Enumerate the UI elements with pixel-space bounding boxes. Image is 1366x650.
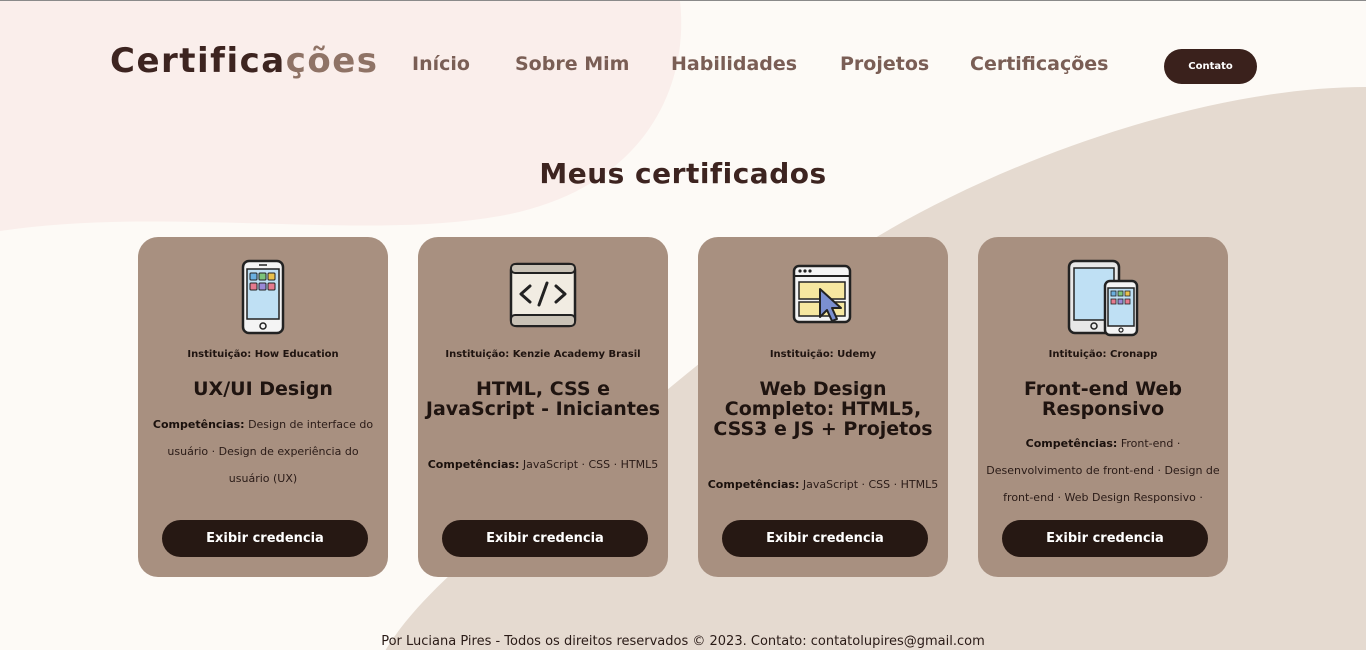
footer-text: Por Luciana Pires - Todos os direitos re… — [381, 634, 985, 649]
card-institution: Intituição: Cronapp — [1048, 349, 1158, 360]
card-skills: Competências: Front-end · Desenvolviment… — [986, 430, 1220, 511]
card-skills: Competências: JavaScript · CSS · HTML5 — [706, 471, 940, 498]
card-title: HTML, CSS e JavaScript - Iniciantes — [425, 378, 661, 420]
view-credential-button[interactable]: Exibir credencia — [442, 520, 648, 557]
card-institution: Instituição: How Education — [187, 349, 339, 360]
code-window-icon — [418, 259, 668, 335]
card-title: Front-end Web Responsivo — [1023, 378, 1183, 420]
card-title: Web Design Completo: HTML5, CSS3 e JS + … — [713, 378, 933, 440]
view-credential-button[interactable]: Exibir credencia — [722, 520, 928, 557]
logo-main: Certifica — [110, 41, 286, 81]
nav-projetos[interactable]: Projetos — [840, 53, 929, 75]
site-logo[interactable]: Certificações — [110, 41, 379, 81]
skills-label: Competências: — [707, 478, 800, 491]
card-skills: Competências: Design de interface do usu… — [146, 411, 380, 492]
nav-sobre-mim[interactable]: Sobre Mim — [515, 53, 629, 75]
browser-cursor-icon — [698, 259, 948, 335]
skills-text: JavaScript · CSS · HTML5 — [802, 478, 939, 491]
certificate-card: Instituição: Udemy Web Design Completo: … — [698, 237, 948, 577]
nav-habilidades[interactable]: Habilidades — [671, 53, 797, 75]
card-institution: Instituição: Kenzie Academy Brasil — [445, 349, 641, 360]
certificate-card: Instituição: How Education UX/UI Design … — [138, 237, 388, 577]
certificate-card: Instituição: Kenzie Academy Brasil HTML,… — [418, 237, 668, 577]
logo-accent: ções — [285, 41, 379, 81]
skills-label: Competências: — [152, 418, 245, 431]
nav-certificacoes[interactable]: Certificações — [970, 53, 1108, 75]
responsive-devices-icon — [978, 259, 1228, 337]
section-title: Meus certificados — [539, 157, 827, 190]
skills-label: Competências: — [427, 458, 520, 471]
view-credential-button[interactable]: Exibir credencia — [1002, 520, 1208, 557]
certificate-card: Intituição: Cronapp Front-end Web Respon… — [978, 237, 1228, 577]
card-institution: Instituição: Udemy — [769, 349, 877, 360]
card-skills: Competências: JavaScript · CSS · HTML5 — [426, 451, 660, 478]
skills-label: Competências: — [1025, 437, 1118, 450]
skills-text: JavaScript · CSS · HTML5 — [522, 458, 659, 471]
contact-button[interactable]: Contato — [1164, 49, 1257, 84]
smartphone-icon — [138, 259, 388, 335]
card-title: UX/UI Design — [193, 378, 333, 400]
view-credential-button[interactable]: Exibir credencia — [162, 520, 368, 557]
nav-inicio[interactable]: Início — [412, 53, 470, 75]
